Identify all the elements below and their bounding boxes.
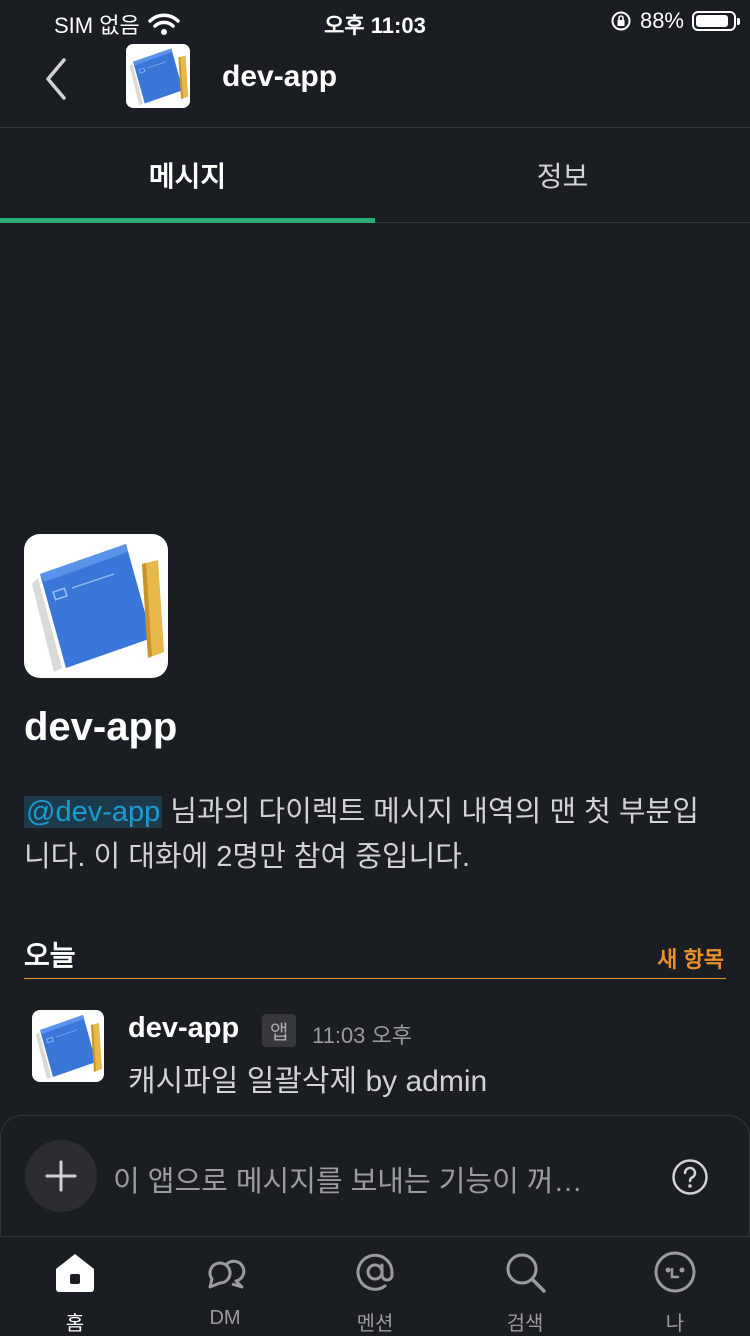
tab-indicator — [0, 218, 375, 223]
message-text: 캐시파일 일괄삭제 by admin — [128, 1065, 488, 1098]
battery-icon — [692, 11, 740, 31]
status-bar: SIM 없음 오후 11:03 88% — [0, 0, 750, 40]
tab-home[interactable]: 홈 — [0, 1237, 150, 1335]
conversation-intro: @dev-app 님과의 다이렉트 메시지 내역의 맨 첫 부분입니다. 이 대… — [24, 790, 724, 880]
profile-icon — [654, 1251, 696, 1293]
message-composer: 이 앱으로 메시지를 보내는 기능이 꺼… — [0, 1115, 750, 1236]
battery-group: 88% — [610, 8, 740, 34]
tab-messages[interactable]: 메시지 — [0, 128, 375, 222]
tab-dm-label: DM — [209, 1307, 241, 1329]
day-label: 오늘 — [24, 940, 76, 971]
help-icon[interactable] — [671, 1158, 709, 1196]
plus-icon — [45, 1160, 77, 1192]
home-icon — [56, 1254, 94, 1292]
mention-link[interactable]: @dev-app — [24, 796, 163, 828]
message-avatar-icon[interactable] — [32, 1010, 104, 1082]
app-icon-large[interactable] — [24, 534, 168, 678]
tab-you-label: 나 — [665, 1313, 685, 1335]
mention-icon — [356, 1253, 394, 1291]
tab-you[interactable]: 나 — [600, 1237, 750, 1335]
channel-header: dev-app — [0, 40, 750, 128]
tab-mentions[interactable]: 멘션 — [300, 1237, 450, 1335]
bottom-tab-bar: 홈 DM 멘션 검색 나 — [0, 1236, 750, 1335]
day-divider: 오늘 새 항목 — [24, 930, 726, 979]
app-avatar-icon[interactable] — [126, 44, 190, 108]
new-items-label: 새 항목 — [657, 947, 724, 972]
message-time: 11:03 오후 — [312, 1023, 413, 1048]
conversation-title: dev-app — [24, 705, 178, 749]
dm-icon — [208, 1259, 246, 1289]
battery-level — [696, 15, 728, 27]
message-input[interactable]: 이 앱으로 메시지를 보내는 기능이 꺼… — [113, 1158, 633, 1200]
back-chevron-icon[interactable] — [38, 54, 78, 104]
tab-dm[interactable]: DM — [150, 1237, 300, 1335]
tab-home-label: 홈 — [65, 1313, 85, 1335]
search-icon — [506, 1253, 546, 1293]
orientation-lock-icon — [611, 11, 631, 31]
battery-percent: 88% — [639, 8, 684, 33]
header-title[interactable]: dev-app — [222, 60, 337, 94]
add-attachment-button[interactable] — [25, 1140, 97, 1212]
tab-search[interactable]: 검색 — [450, 1237, 600, 1335]
app-badge: 앱 — [262, 1014, 297, 1047]
message-sender[interactable]: dev-app — [128, 1012, 239, 1045]
tab-info[interactable]: 정보 — [375, 128, 750, 222]
tab-mentions-label: 멘션 — [356, 1313, 394, 1335]
tab-search-label: 검색 — [506, 1313, 544, 1335]
tab-bar-top: 메시지 정보 — [0, 128, 750, 223]
